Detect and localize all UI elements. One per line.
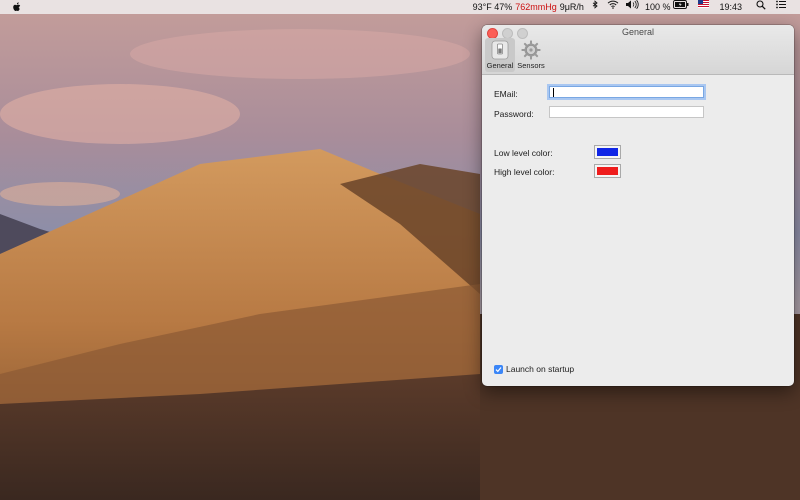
low-level-color-label: Low level color: bbox=[494, 148, 553, 158]
battery-icon[interactable] bbox=[673, 0, 689, 14]
launch-on-startup-label: Launch on startup bbox=[506, 364, 575, 374]
window-titlebar[interactable]: General General Sensors bbox=[482, 25, 794, 75]
window-title: General bbox=[621, 27, 655, 37]
preferences-toolbar: General Sensors bbox=[485, 38, 546, 72]
pressure-readout[interactable]: 762mmHg bbox=[515, 2, 557, 12]
us-flag-icon[interactable] bbox=[698, 0, 710, 14]
preferences-window: General General Sensors EMail: Password:… bbox=[482, 25, 794, 386]
tab-sensors[interactable]: Sensors bbox=[516, 38, 546, 72]
high-level-color-well[interactable] bbox=[594, 164, 621, 178]
spotlight-search-icon[interactable] bbox=[756, 0, 766, 14]
high-level-color-label: High level color: bbox=[494, 167, 555, 177]
checkmark-icon bbox=[495, 366, 502, 372]
text-caret bbox=[553, 88, 554, 97]
bluetooth-icon[interactable] bbox=[592, 0, 598, 14]
high-level-color-swatch bbox=[597, 167, 618, 175]
general-switch-icon bbox=[491, 40, 509, 60]
tab-general-label: General bbox=[486, 61, 514, 70]
notification-center-icon[interactable] bbox=[776, 0, 786, 14]
radiation-readout[interactable]: 9μR/h bbox=[560, 2, 584, 12]
volume-icon[interactable] bbox=[625, 0, 639, 14]
email-field[interactable] bbox=[549, 86, 704, 98]
launch-on-startup-row[interactable]: Launch on startup bbox=[494, 364, 574, 374]
status-area: 93°F 47% 762mmHg 9μR/h 100 % 19:43 bbox=[473, 0, 786, 14]
tab-general[interactable]: General bbox=[485, 38, 515, 72]
battery-percent[interactable]: 100 % bbox=[645, 2, 671, 12]
launch-on-startup-checkbox[interactable] bbox=[494, 364, 503, 374]
password-label: Password: bbox=[494, 109, 534, 119]
general-pane: EMail: Password: Low level color: High l… bbox=[482, 75, 794, 386]
weather-readout[interactable]: 93°F 47% bbox=[473, 2, 513, 12]
tab-sensors-label: Sensors bbox=[517, 61, 545, 70]
low-level-color-well[interactable] bbox=[594, 145, 621, 159]
apple-logo-icon[interactable] bbox=[12, 1, 22, 13]
wifi-icon[interactable] bbox=[607, 0, 619, 14]
password-field[interactable] bbox=[549, 106, 704, 118]
sensors-gear-icon bbox=[521, 40, 541, 60]
menu-bar: 93°F 47% 762mmHg 9μR/h 100 % 19:43 bbox=[0, 0, 800, 14]
clock[interactable]: 19:43 bbox=[719, 2, 742, 12]
low-level-color-swatch bbox=[597, 148, 618, 156]
email-label: EMail: bbox=[494, 89, 518, 99]
